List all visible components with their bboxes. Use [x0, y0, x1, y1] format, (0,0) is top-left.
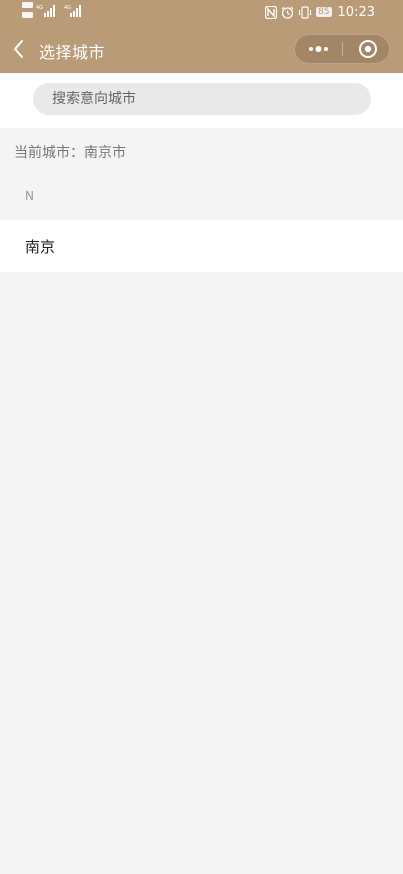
vibrate-icon: [298, 5, 312, 19]
signal-icon: 4G 4G: [22, 2, 81, 18]
network-signal-group: 4G 4G: [22, 1, 92, 21]
more-dots-icon: [309, 46, 328, 52]
more-button[interactable]: [295, 35, 342, 63]
close-miniprogram-button[interactable]: [343, 35, 389, 63]
index-letter: N: [25, 189, 34, 203]
nav-bar: 选择城市: [0, 26, 403, 72]
city-list-item[interactable]: 南京: [0, 220, 403, 272]
status-time: 10:23: [337, 4, 375, 20]
status-bar: 4G 4G 85 10:23: [0, 0, 403, 24]
alarm-icon: [281, 6, 294, 19]
page-title: 选择城市: [39, 43, 106, 62]
chevron-left-icon[interactable]: [10, 38, 28, 60]
nfc-icon: [265, 5, 278, 19]
search-area: [0, 73, 403, 128]
svg-text:4G: 4G: [36, 5, 43, 11]
target-circle-icon: [359, 40, 377, 58]
search-input[interactable]: [33, 83, 371, 115]
city-name: 南京: [25, 238, 56, 256]
header: 4G 4G 85 10:23 选择城市: [0, 0, 403, 73]
battery-icon: 85: [316, 7, 332, 17]
status-icons: 85 10:23: [265, 3, 375, 21]
mini-program-capsule: [294, 34, 390, 64]
current-city-label: 当前城市：南京市: [14, 145, 126, 161]
svg-text:4G: 4G: [64, 5, 71, 11]
